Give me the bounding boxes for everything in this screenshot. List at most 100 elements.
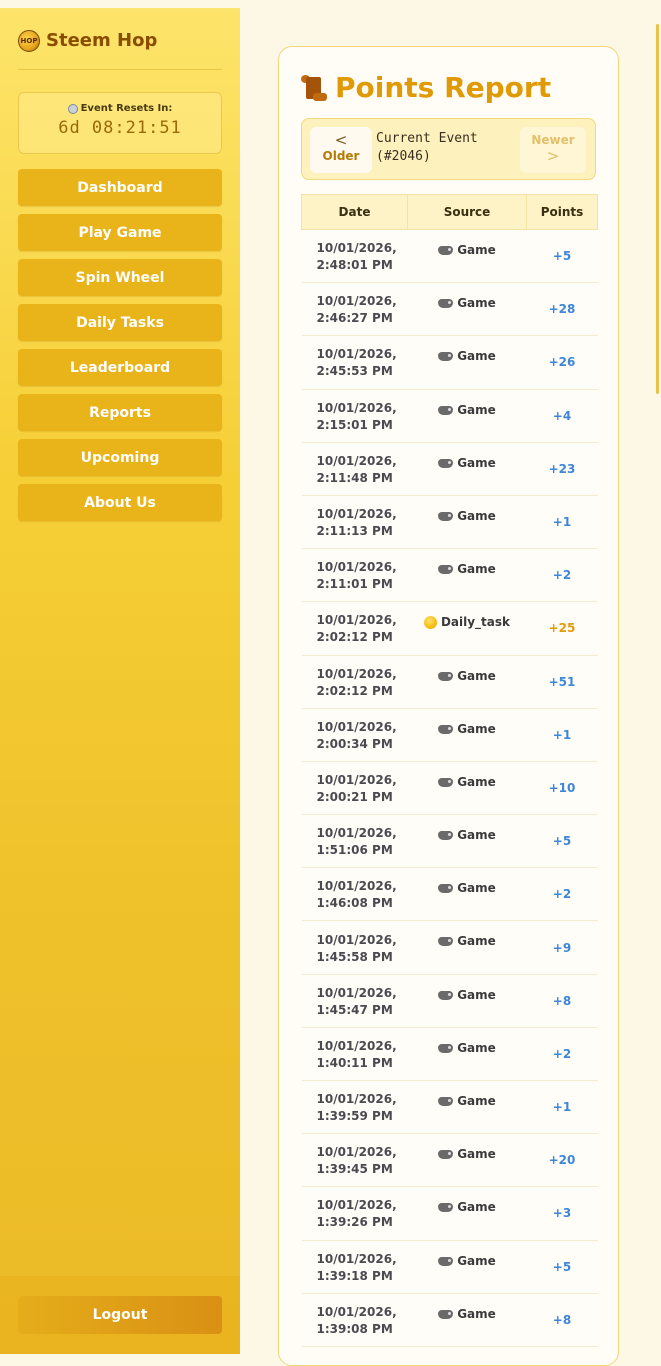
older-label: Older: [322, 149, 360, 163]
nav-item-dashboard[interactable]: Dashboard: [18, 169, 222, 206]
source-cell: Game: [407, 1027, 527, 1082]
points-cell: +1: [526, 708, 598, 762]
nav-item-daily-tasks[interactable]: Daily Tasks: [18, 304, 222, 341]
column-header-points[interactable]: Points: [526, 194, 598, 230]
points-cell: +1: [526, 1080, 598, 1135]
timer-label: Event Resets In:: [80, 103, 173, 114]
date-cell: 10/01/2026, 2:00:21 PM: [301, 761, 408, 816]
date-cell: 10/01/2026, 2:45:53 PM: [301, 335, 408, 390]
logout-button[interactable]: Logout: [18, 1296, 222, 1334]
sidebar-nav: Dashboard Play Game Spin Wheel Daily Tas…: [18, 169, 222, 529]
nav-item-spin-wheel[interactable]: Spin Wheel: [18, 259, 222, 296]
source-label: Game: [457, 1306, 496, 1321]
date-cell: 10/01/2026, 2:02:12 PM: [301, 655, 408, 709]
table-row: 10/01/2026, 2:02:12 PM Game +51: [301, 655, 598, 709]
gamepad-icon: [438, 245, 454, 255]
table-row: 10/01/2026, 1:45:58 PM Game +9: [301, 920, 598, 975]
source-cell: Game: [407, 442, 527, 496]
points-report-card: Points Report < Older Current Event (#20…: [278, 46, 619, 1366]
gamepad-icon: [438, 511, 454, 521]
points-table: Date Source Points 10/01/2026, 2:48:01 PM…: [301, 194, 598, 1347]
main-content: Points Report < Older Current Event (#20…: [240, 8, 661, 1366]
table-row: 10/01/2026, 1:39:45 PM Game +20: [301, 1133, 598, 1188]
points-cell: +5: [526, 1240, 598, 1294]
gamepad-icon: [438, 1309, 454, 1319]
scrollbar[interactable]: [656, 24, 659, 394]
chevron-left-icon: <: [334, 131, 348, 149]
source-label: Game: [457, 243, 496, 257]
table-row: 10/01/2026, 1:39:26 PM Game +3: [301, 1186, 598, 1241]
table-row: 10/01/2026, 2:46:27 PM Game +28: [301, 282, 598, 337]
source-label: Game: [457, 296, 496, 311]
table-row: 10/01/2026, 2:11:48 PM Game +23: [301, 442, 598, 496]
source-label: Game: [457, 1094, 496, 1108]
table-row: 10/01/2026, 1:45:47 PM Game +8: [301, 974, 598, 1028]
nav-item-about-us[interactable]: About Us: [18, 484, 222, 521]
date-cell: 10/01/2026, 2:02:12 PM: [301, 601, 408, 656]
source-label: Game: [457, 1253, 496, 1268]
source-label: Game: [457, 349, 496, 364]
source-cell: Daily_task: [407, 601, 527, 656]
older-button[interactable]: < Older: [310, 127, 372, 173]
table-body: 10/01/2026, 2:48:01 PM Game +5 10/01/2026, 2:…: [301, 229, 598, 1347]
nav-item-leaderboard[interactable]: Leaderboard: [18, 349, 222, 386]
table-row: 10/01/2026, 2:45:53 PM Game +26: [301, 335, 598, 390]
points-cell: +20: [526, 1133, 598, 1188]
source-label: Game: [457, 1200, 496, 1215]
points-cell: +25: [526, 601, 598, 656]
date-cell: 10/01/2026, 1:39:45 PM: [301, 1133, 408, 1188]
source-label: Game: [457, 881, 496, 896]
page-title: Points Report: [301, 71, 551, 104]
column-header-date[interactable]: Date: [301, 194, 408, 230]
table-row: 10/01/2026, 1:40:11 PM Game +2: [301, 1027, 598, 1082]
event-pager: < Older Current Event (#2046) Newer >: [301, 118, 596, 180]
points-cell: +2: [526, 867, 598, 922]
nav-item-play-game[interactable]: Play Game: [18, 214, 222, 251]
table-row: 10/01/2026, 1:51:06 PM Game +5: [301, 814, 598, 869]
points-cell: +8: [526, 974, 598, 1028]
nav-item-upcoming[interactable]: Upcoming: [18, 439, 222, 476]
points-cell: +23: [526, 442, 598, 496]
gamepad-icon: [438, 936, 454, 947]
source-label: Game: [457, 934, 496, 949]
date-cell: 10/01/2026, 1:45:58 PM: [301, 920, 408, 975]
source-label: Game: [457, 562, 496, 577]
source-label: Game: [457, 828, 496, 843]
nav-item-reports[interactable]: Reports: [18, 394, 222, 431]
event-reset-timer: Event Resets In: 6d 08:21:51: [18, 92, 222, 154]
points-cell: +26: [526, 335, 598, 390]
date-cell: 10/01/2026, 2:48:01 PM: [301, 229, 408, 284]
chevron-right-icon: >: [546, 147, 560, 165]
points-cell: +8: [526, 1293, 598, 1347]
current-event-label: Current Event (#2046): [376, 131, 478, 164]
gamepad-icon: [438, 883, 454, 894]
source-label: Game: [457, 455, 496, 470]
column-header-source[interactable]: Source: [407, 194, 527, 230]
source-cell: Game: [407, 761, 527, 816]
gamepad-icon: [438, 1043, 454, 1053]
gamepad-icon: [438, 298, 454, 309]
scroll-icon: [301, 74, 327, 101]
gamepad-icon: [438, 990, 454, 1000]
source-cell: Game: [407, 867, 527, 922]
gamepad-icon: [438, 1096, 454, 1106]
table-row: 10/01/2026, 2:15:01 PM Game +4: [301, 389, 598, 443]
date-cell: 10/01/2026, 2:15:01 PM: [301, 389, 408, 443]
gamepad-icon: [438, 458, 454, 468]
table-row: 10/01/2026, 2:11:01 PM Game +2: [301, 548, 598, 603]
source-cell: Game: [407, 814, 527, 869]
newer-button[interactable]: Newer >: [520, 127, 586, 173]
points-table-wrapper: Date Source Points 10/01/2026, 2:48:01 PM…: [301, 194, 598, 1347]
table-row: 10/01/2026, 2:02:12 PM Daily_task +25: [301, 601, 598, 656]
date-cell: 10/01/2026, 2:00:34 PM: [301, 708, 408, 762]
source-label: Game: [457, 1147, 496, 1162]
source-label: Game: [457, 987, 496, 1002]
source-cell: Game: [407, 974, 527, 1028]
source-cell: Game: [407, 1293, 527, 1347]
source-cell: Game: [407, 335, 527, 390]
source-label: Game: [457, 774, 496, 789]
points-cell: +10: [526, 761, 598, 816]
points-cell: +5: [526, 229, 598, 284]
page-title-text: Points Report: [335, 71, 552, 104]
brand[interactable]: HOP Steem Hop: [18, 30, 222, 70]
